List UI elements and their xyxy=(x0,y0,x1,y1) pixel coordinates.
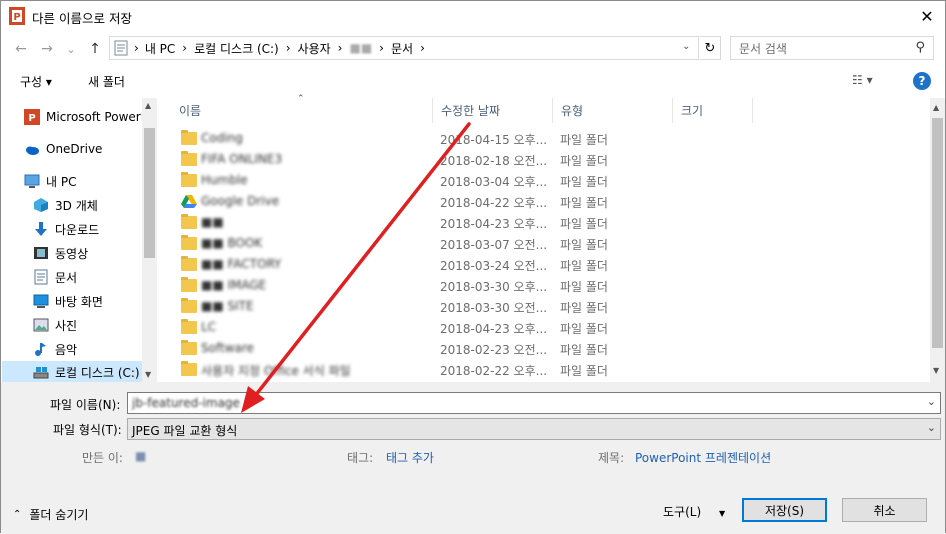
annotation-arrow xyxy=(241,122,471,413)
save-as-dialog: P 다른 이름으로 저장 ✕ ← → ⌄ ↑ › 내 PC › 로컬 디스크 (… xyxy=(0,0,946,534)
